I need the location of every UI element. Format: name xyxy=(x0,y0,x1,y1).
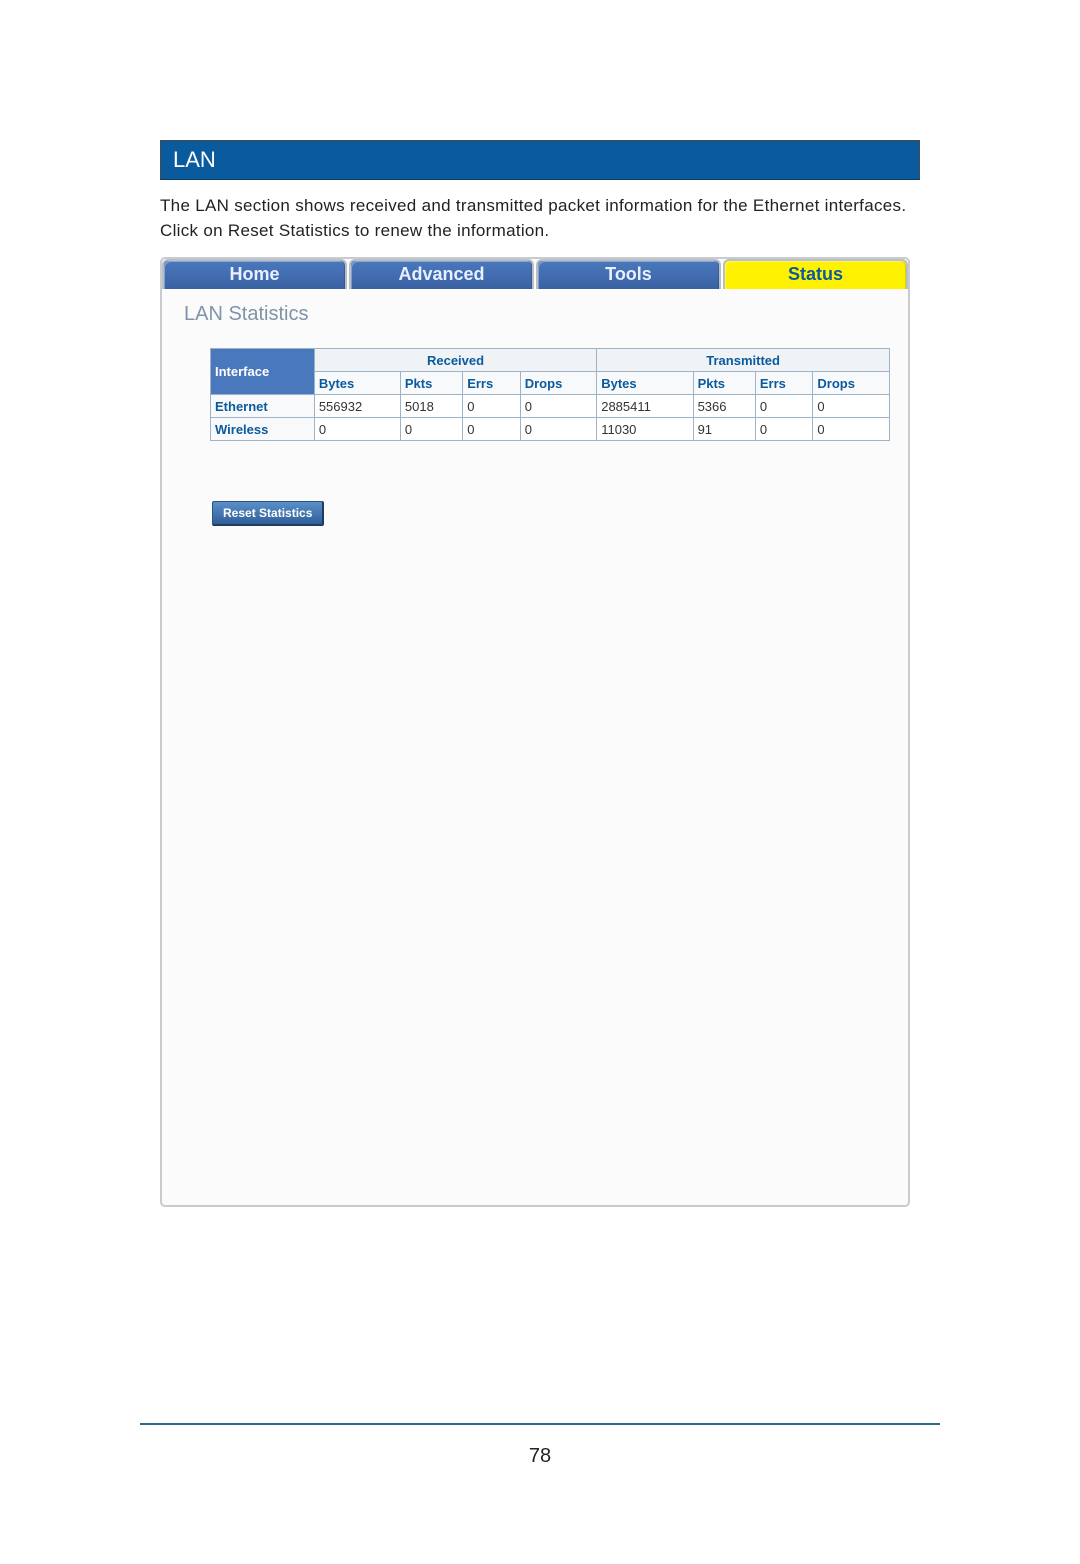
cell-value: 0 xyxy=(520,418,596,441)
cell-value: 2885411 xyxy=(597,395,693,418)
reset-statistics-button[interactable]: Reset Statistics xyxy=(212,501,324,526)
tab-advanced[interactable]: Advanced xyxy=(349,259,534,289)
panel-title: LAN Statistics xyxy=(184,303,892,326)
col-interface: Interface xyxy=(211,349,315,395)
col-drops: Drops xyxy=(520,372,596,395)
panel-body: LAN Statistics Interface Received Transm… xyxy=(162,289,908,542)
table-header-row-groups: Interface Received Transmitted xyxy=(211,349,890,372)
cell-value: 0 xyxy=(813,395,890,418)
col-drops: Drops xyxy=(813,372,890,395)
col-errs: Errs xyxy=(463,372,521,395)
tab-tools[interactable]: Tools xyxy=(536,259,721,289)
footer-divider xyxy=(140,1423,940,1425)
cell-value: 0 xyxy=(463,418,521,441)
tab-label: Home xyxy=(229,264,279,284)
cell-interface: Ethernet xyxy=(211,395,315,418)
table-row: Wireless 0 0 0 0 11030 91 0 0 xyxy=(211,418,890,441)
cell-value: 5018 xyxy=(400,395,462,418)
cell-value: 0 xyxy=(463,395,521,418)
col-pkts: Pkts xyxy=(693,372,755,395)
content-area: LAN The LAN section shows received and t… xyxy=(160,140,920,1207)
tab-label: Status xyxy=(788,264,843,284)
cell-value: 0 xyxy=(813,418,890,441)
tab-status[interactable]: Status xyxy=(723,259,908,289)
cell-value: 0 xyxy=(755,395,813,418)
lan-statistics-table: Interface Received Transmitted Bytes Pkt… xyxy=(210,348,890,441)
table-row: Ethernet 556932 5018 0 0 2885411 5366 0 … xyxy=(211,395,890,418)
col-group-transmitted: Transmitted xyxy=(597,349,890,372)
tab-home[interactable]: Home xyxy=(162,259,347,289)
cell-value: 0 xyxy=(400,418,462,441)
col-pkts: Pkts xyxy=(400,372,462,395)
cell-value: 0 xyxy=(314,418,400,441)
cell-value: 0 xyxy=(520,395,596,418)
col-errs: Errs xyxy=(755,372,813,395)
section-description: The LAN section shows received and trans… xyxy=(160,194,920,243)
document-page: LAN The LAN section shows received and t… xyxy=(0,0,1080,1564)
cell-value: 556932 xyxy=(314,395,400,418)
page-number: 78 xyxy=(0,1445,1080,1468)
cell-value: 0 xyxy=(755,418,813,441)
tab-label: Advanced xyxy=(398,264,484,284)
cell-value: 5366 xyxy=(693,395,755,418)
app-panel: Home Advanced Tools Status LAN Statistic… xyxy=(160,257,910,1207)
cell-value: 11030 xyxy=(597,418,693,441)
col-bytes: Bytes xyxy=(314,372,400,395)
cell-value: 91 xyxy=(693,418,755,441)
cell-interface: Wireless xyxy=(211,418,315,441)
col-group-received: Received xyxy=(314,349,596,372)
tab-label: Tools xyxy=(605,264,652,284)
col-bytes: Bytes xyxy=(597,372,693,395)
section-header: LAN xyxy=(160,140,920,180)
tab-bar: Home Advanced Tools Status xyxy=(162,259,908,289)
